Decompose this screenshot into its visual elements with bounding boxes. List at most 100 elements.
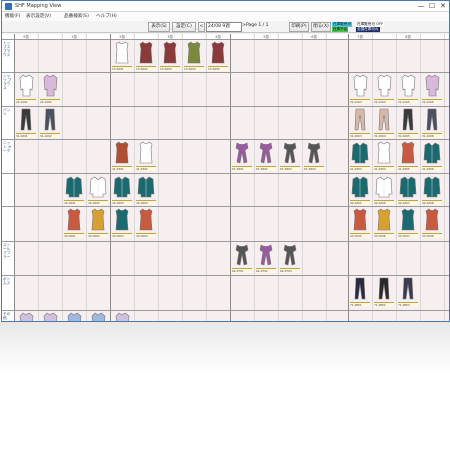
product-thumbnail[interactable]: 21-0104	[373, 73, 395, 106]
close-button[interactable]: 閉る(X)	[311, 22, 331, 32]
product-code: 21-0106	[422, 99, 442, 104]
product-thumbnail[interactable]: 62-0702	[255, 242, 277, 275]
product-thumbnail[interactable]: 31-0205	[397, 107, 419, 140]
product-thumbnail[interactable]: 41-0302	[135, 140, 157, 173]
product-thumbnail[interactable]: 21-0106	[421, 73, 443, 106]
prev-button[interactable]: <	[198, 22, 205, 32]
row-label[interactable]: ニット カーデ	[2, 140, 14, 171]
product-code: 42-0402	[88, 200, 108, 205]
shirt-icon	[401, 74, 416, 97]
product-thumbnail[interactable]: 62-0701	[231, 242, 253, 275]
product-thumbnail[interactable]: 71-0803	[397, 276, 419, 309]
product-thumbnail[interactable]: 31-0204	[373, 107, 395, 140]
row-label[interactable]: ボトムス	[2, 276, 14, 307]
product-thumbnail[interactable]: 21-0101	[15, 73, 37, 106]
row-label[interactable]: トップス ブラウス	[2, 40, 14, 71]
column-divider	[278, 34, 279, 321]
row-label[interactable]	[2, 207, 14, 238]
product-thumbnail[interactable]: 42-0401	[63, 174, 85, 207]
product-thumbnail[interactable]: 81-0903	[63, 311, 85, 321]
row-label[interactable]: シャツ ブラウス	[2, 73, 14, 104]
date-field[interactable]: 24/08 9週	[206, 22, 242, 32]
product-thumbnail[interactable]: 41-0301	[111, 140, 133, 173]
menu-item-view-settings[interactable]: 表示設定(V)	[26, 13, 51, 19]
top-icon	[377, 141, 391, 164]
product-thumbnail[interactable]: 43-0502	[87, 207, 109, 240]
product-thumbnail[interactable]: 61-0603	[279, 140, 301, 173]
product-thumbnail[interactable]: 13-0005	[207, 40, 229, 73]
top-icon	[425, 208, 439, 231]
settings-button[interactable]: 設定(C)	[172, 22, 196, 32]
product-thumbnail[interactable]: 42-0403	[111, 174, 133, 207]
product-thumbnail[interactable]: 42-0406	[373, 174, 395, 207]
product-thumbnail[interactable]: 31-0201	[15, 107, 37, 140]
product-thumbnail[interactable]: 81-0904	[87, 311, 109, 321]
product-thumbnail[interactable]: 42-0404	[135, 174, 157, 207]
column-header	[182, 34, 206, 39]
maximize-button[interactable]: ☐	[427, 2, 437, 10]
product-thumbnail[interactable]: 43-0508	[421, 207, 443, 240]
product-thumbnail[interactable]: 61-0602	[255, 140, 277, 173]
menu-item-search[interactable]: 品番検索(S)	[64, 13, 89, 19]
top-icon	[139, 208, 153, 231]
product-thumbnail[interactable]: 13-0003	[159, 40, 181, 73]
product-thumbnail[interactable]: 42-0405	[349, 174, 371, 207]
product-thumbnail[interactable]: 41-0306	[421, 140, 443, 173]
menu-item-help[interactable]: ヘルプ(H)	[96, 13, 117, 19]
scarf-icon	[235, 142, 249, 164]
product-thumbnail[interactable]: 31-0203	[349, 107, 371, 140]
window-title: SHF Mapping View	[15, 3, 62, 9]
product-code: 41-0303	[350, 166, 370, 171]
row-label[interactable]: パンツ	[2, 107, 14, 138]
minimize-button[interactable]: —	[416, 2, 426, 10]
product-thumbnail[interactable]: 21-0102	[39, 73, 61, 106]
product-thumbnail[interactable]: 43-0507	[397, 207, 419, 240]
row-label[interactable]	[2, 174, 14, 205]
product-thumbnail[interactable]: 31-0202	[39, 107, 61, 140]
product-code: 71-0803	[398, 302, 418, 307]
product-thumbnail[interactable]: 42-0408	[421, 174, 443, 207]
product-thumbnail[interactable]: 21-0103	[349, 73, 371, 106]
column-divider	[182, 34, 183, 321]
column-divider	[230, 34, 231, 321]
product-thumbnail[interactable]: 81-0901	[15, 311, 37, 321]
product-thumbnail[interactable]: 43-0503	[111, 207, 133, 240]
product-thumbnail[interactable]: 62-0703	[279, 242, 301, 275]
product-thumbnail[interactable]: 13-0001	[111, 40, 133, 73]
product-thumbnail[interactable]: 43-0506	[373, 207, 395, 240]
product-thumbnail[interactable]: 41-0304	[373, 140, 395, 173]
product-thumbnail[interactable]: 43-0501	[63, 207, 85, 240]
top-icon	[401, 208, 415, 231]
product-thumbnail[interactable]: 71-0801	[349, 276, 371, 309]
pants-icon	[402, 108, 414, 131]
product-thumbnail[interactable]: 43-0505	[349, 207, 371, 240]
show-button[interactable]: 表示(S)	[148, 22, 170, 32]
print-button[interactable]: 印刷(P)	[289, 22, 309, 32]
row-label[interactable]: その他	[2, 311, 14, 321]
product-thumbnail[interactable]: 71-0802	[373, 276, 395, 309]
product-code: 61-0602	[256, 166, 276, 171]
menu-item-function[interactable]: 機能(F)	[5, 13, 20, 19]
shirt-icon	[19, 312, 34, 321]
close-window-button[interactable]: ✕	[438, 2, 448, 10]
title-bar[interactable]: SHF Mapping View — ☐ ✕	[2, 1, 449, 12]
product-thumbnail[interactable]: 42-0407	[397, 174, 419, 207]
product-thumbnail[interactable]: 13-0004	[183, 40, 205, 73]
product-thumbnail[interactable]: 42-0402	[87, 174, 109, 207]
product-thumbnail[interactable]: 13-0002	[135, 40, 157, 73]
product-thumbnail[interactable]: 21-0105	[397, 73, 419, 106]
product-thumbnail[interactable]: 31-0206	[421, 107, 443, 140]
product-code: 43-0503	[112, 233, 132, 238]
product-thumbnail[interactable]: 61-0601	[231, 140, 253, 173]
product-thumbnail[interactable]: 81-0905	[111, 311, 133, 321]
cardigan-icon	[65, 176, 83, 198]
product-code: 21-0103	[350, 99, 370, 104]
product-thumbnail[interactable]: 41-0305	[397, 140, 419, 173]
product-thumbnail[interactable]: 81-0902	[39, 311, 61, 321]
product-thumbnail[interactable]: 43-0504	[135, 207, 157, 240]
product-thumbnail[interactable]: 41-0303	[349, 140, 371, 173]
row-label[interactable]: ストール マフラー	[2, 242, 14, 273]
product-code: 62-0701	[232, 268, 252, 273]
product-thumbnail[interactable]: 61-0604	[303, 140, 325, 173]
column-divider	[444, 34, 445, 321]
